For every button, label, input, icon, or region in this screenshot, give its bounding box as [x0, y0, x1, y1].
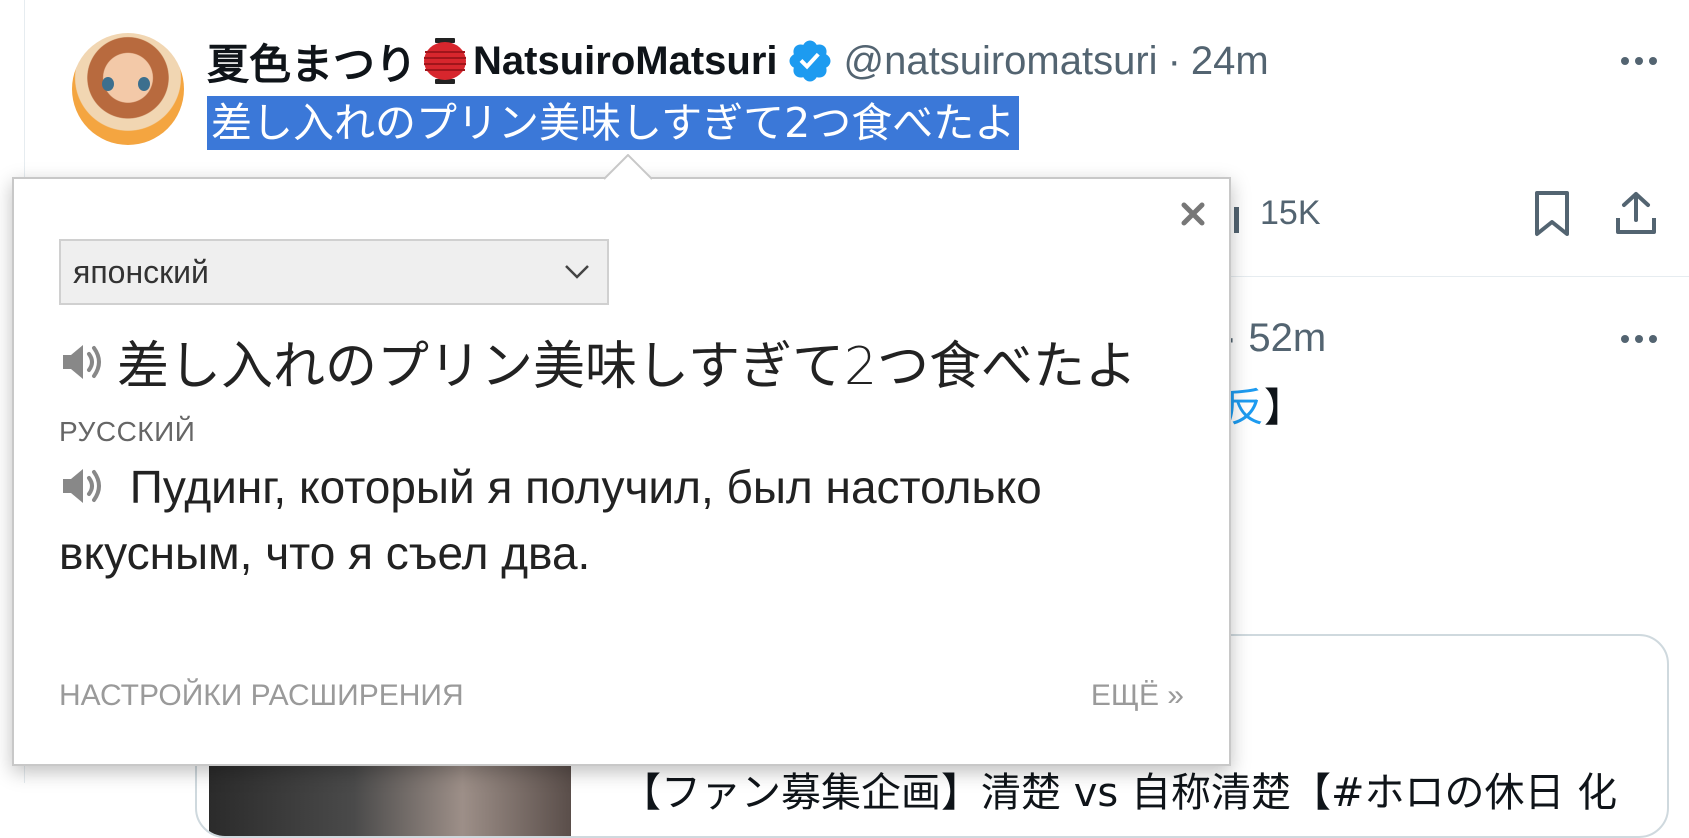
speaker-icon[interactable] [59, 339, 105, 385]
speaker-icon-target[interactable] [59, 463, 105, 509]
source-language-value: японский [73, 253, 209, 290]
views-count[interactable]: 15K [1260, 194, 1321, 233]
author-handle[interactable]: @natsuiromatsuri [844, 39, 1158, 84]
lantern-emoji-icon [423, 38, 467, 84]
translation-block: Пудинг, который я получил, был настолько… [59, 454, 1139, 586]
tweet-text-selected[interactable]: 差し入れのプリン美味しすぎて2つ食べたよ [207, 96, 1020, 150]
more-options-icon[interactable] [1617, 46, 1661, 76]
card-thumbnail[interactable] [209, 762, 571, 836]
separator-dot: · [1167, 38, 1181, 83]
target-language-label: РУССКИЙ [59, 416, 196, 447]
more-options-icon-2[interactable] [1617, 324, 1661, 354]
source-row: 差し入れのプリン美味しすぎて2つ食べたよ [59, 324, 1137, 399]
more-link[interactable]: ЕЩЁ » [1091, 679, 1184, 713]
close-icon[interactable] [1178, 199, 1208, 229]
share-icon[interactable] [1614, 190, 1658, 236]
avatar[interactable] [72, 33, 184, 145]
translated-text: Пудинг, который я получил, был настолько… [59, 461, 1042, 579]
chevron-down-icon [565, 265, 589, 279]
tweet-timestamp-2[interactable]: · 52m [1224, 316, 1326, 361]
popup-pointer [604, 154, 652, 180]
card-title[interactable]: 【ファン募集企画】清楚 vs 自称清楚【#ホロの休日 化 [621, 760, 1617, 818]
author-name-en[interactable]: NatsuiroMatsuri [473, 39, 778, 84]
tweet-header: 夏色まつり NatsuiroMatsuri @natsuiromatsuri ·… [207, 36, 1269, 89]
bracket-text: 】 [1264, 385, 1304, 431]
translation-popup: японский 差し入れのプリン美味しすぎて2つ食べたよ РУССКИЙ Пу… [12, 177, 1231, 766]
source-language-select[interactable]: японский [59, 239, 609, 305]
author-name-ja[interactable]: 夏色まつり [207, 31, 417, 92]
tweet-timestamp[interactable]: 24m [1191, 39, 1269, 84]
source-text: 差し入れのプリン美味しすぎて2つ食べたよ [117, 337, 1138, 397]
verified-badge-icon [786, 37, 834, 85]
tweet-text-2: 反】 [1224, 375, 1304, 433]
bookmark-icon[interactable] [1532, 190, 1572, 238]
views-icon[interactable] [1234, 207, 1239, 233]
extension-settings-link[interactable]: НАСТРОЙКИ РАСШИРЕНИЯ [59, 679, 464, 713]
